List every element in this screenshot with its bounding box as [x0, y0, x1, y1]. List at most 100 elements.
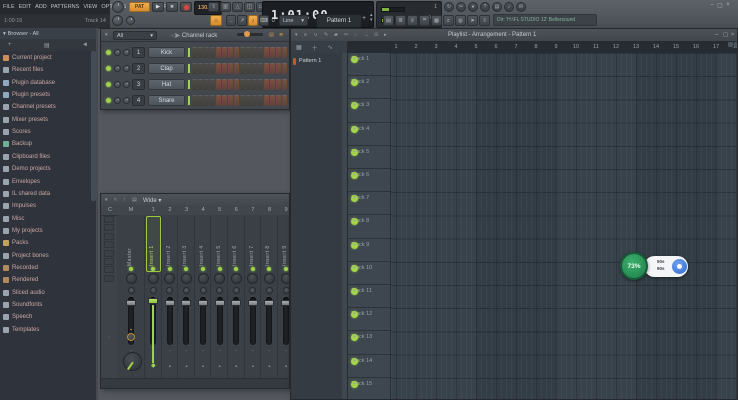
step-cell[interactable] [252, 63, 257, 74]
step-cell[interactable] [252, 47, 257, 58]
strip-enable-led[interactable] [184, 267, 188, 271]
strip-record-icon[interactable]: ◦ [285, 348, 287, 353]
playlist-track-header[interactable]: Track 15+ [348, 378, 391, 400]
mic-icon[interactable]: ♦ [468, 2, 478, 12]
strip-pan-knob[interactable] [198, 273, 209, 284]
playback-icon[interactable]: ▸ [384, 32, 387, 38]
typing-keyboard-icon[interactable]: ⇧ [208, 2, 219, 12]
slip-icon[interactable]: ↔ [364, 32, 369, 38]
step-cell[interactable] [234, 79, 239, 90]
step-cell[interactable] [246, 95, 251, 106]
strip-record-icon[interactable]: ◦ [202, 348, 204, 353]
target-icon[interactable]: ↗ [237, 15, 247, 26]
menu-caret-icon[interactable]: ▾ [105, 32, 108, 38]
piano-icon[interactable]: ♪ [504, 2, 514, 12]
step-cell[interactable] [222, 79, 227, 90]
arrow-right-icon[interactable]: → [226, 15, 236, 26]
playlist-track-header[interactable]: Track 14+ [348, 355, 391, 378]
browser-item-mixer-presets[interactable]: Mixer presets [3, 114, 93, 126]
step-cell[interactable] [252, 79, 257, 90]
strip-record-icon[interactable]: ◦ [269, 348, 271, 353]
up-icon[interactable]: ↑ [123, 197, 126, 203]
strip-pan-knob[interactable] [164, 273, 175, 284]
strip-pan-knob[interactable] [281, 273, 290, 284]
strip-record-icon[interactable]: ◦ [186, 348, 188, 353]
step-cell[interactable] [264, 79, 269, 90]
strip-stereo-knob[interactable] [150, 287, 157, 294]
browser-scrollbar[interactable] [91, 51, 96, 201]
step-cell[interactable] [282, 95, 287, 106]
metronome-icon[interactable]: △ [232, 2, 243, 12]
routing-cell[interactable] [104, 241, 114, 248]
channel-volume-knob[interactable] [123, 97, 130, 104]
step-cell[interactable] [204, 63, 209, 74]
overlay-pill[interactable]: 50s 90s [644, 256, 688, 277]
channel-rack-icon[interactable]: ♯ [407, 15, 418, 26]
browser-item-templates[interactable]: Templates [3, 324, 93, 336]
strip-enable-led[interactable] [201, 267, 205, 271]
strip-fader-handle[interactable] [281, 300, 290, 306]
step-cell[interactable] [276, 79, 281, 90]
mixer-strip-insert-3[interactable]: Insert 3▴◦ [178, 215, 195, 381]
browser-icon[interactable]: ▦ [431, 15, 442, 26]
browser-item-clipboard-files[interactable]: Clipboard files [3, 151, 93, 163]
add-icon[interactable]: + [8, 42, 12, 48]
step-cell[interactable] [222, 47, 227, 58]
step-cell[interactable] [204, 95, 209, 106]
playlist-track-header[interactable]: Track 5+ [348, 146, 391, 169]
piano-roll-icon[interactable]: ≣ [395, 15, 406, 26]
strip-record-icon[interactable]: ◦ [252, 348, 254, 353]
strip-fader-handle[interactable] [126, 300, 136, 306]
strip-arm-icon[interactable]: ▴ [185, 363, 187, 369]
step-cell[interactable] [216, 95, 221, 106]
browser-header[interactable]: ▾ Browser - All [0, 28, 96, 39]
step-cell[interactable] [276, 47, 281, 58]
playlist-track-header[interactable]: Track 13+ [348, 331, 391, 354]
zoom-icon[interactable]: ⊙ [374, 32, 378, 38]
channel-name-button[interactable]: Hat [148, 79, 185, 90]
step-cell[interactable] [216, 79, 221, 90]
step-cell[interactable] [198, 79, 203, 90]
track-arm-led[interactable]: + [351, 288, 358, 295]
routing-cell[interactable] [104, 224, 114, 231]
step-cell[interactable] [210, 63, 215, 74]
browser-item-backup[interactable]: Backup [3, 138, 93, 150]
channel-volume-knob[interactable] [123, 81, 130, 88]
browser-item-rendered[interactable]: Rendered [3, 274, 93, 286]
mixer-strip-insert-4[interactable]: Insert 4▴◦ [195, 215, 212, 381]
step-cell[interactable] [210, 79, 215, 90]
browser-item-channel-presets[interactable]: Channel presets [3, 101, 93, 113]
file-icon[interactable]: ▤ [44, 42, 50, 49]
strip-record-icon[interactable]: ◦ [152, 348, 154, 353]
menu-item-add[interactable]: ADD [35, 4, 47, 10]
maximize-button[interactable]: ▢ [716, 2, 724, 9]
browser-item-envelopes[interactable]: Envelopes [3, 176, 93, 188]
step-cell[interactable] [216, 63, 221, 74]
step-cell[interactable] [240, 79, 245, 90]
wait-input-icon[interactable]: ◫ [244, 2, 255, 12]
routing-cell[interactable] [104, 250, 114, 257]
step-edit-icon[interactable]: ▥ [220, 2, 231, 12]
routing-cell[interactable] [104, 275, 114, 282]
browser-item-impulses[interactable]: Impulses [3, 200, 93, 212]
pattern-add-button[interactable]: + [362, 15, 366, 22]
step-cell[interactable] [240, 63, 245, 74]
channel-pan-knob[interactable] [114, 49, 121, 56]
tempo-tap-icon[interactable]: ◍ [455, 15, 466, 26]
strip-arm-icon[interactable]: ▴ [268, 363, 270, 369]
pattern-selector[interactable]: Pattern 1 [316, 14, 362, 28]
channel-volume-knob[interactable] [123, 49, 130, 56]
browser-item-current-project[interactable]: Current project [3, 52, 93, 64]
step-cell[interactable] [234, 95, 239, 106]
step-cell[interactable] [228, 95, 233, 106]
playlist-track-header[interactable]: Track 11+ [348, 285, 391, 308]
browser-item-soundfonts[interactable]: Soundfonts [3, 299, 93, 311]
track-arm-led[interactable]: + [351, 265, 358, 272]
plugin-picker-icon[interactable]: ♬ [443, 15, 454, 26]
pencil-icon[interactable]: ✎ [324, 32, 328, 38]
browser-item-packs[interactable]: Packs [3, 237, 93, 249]
routing-cell[interactable] [104, 216, 114, 223]
mixer-strip-insert-7[interactable]: Insert 7▴◦ [245, 215, 262, 381]
step-cell[interactable] [270, 95, 275, 106]
menu-item-patterns[interactable]: PATTERNS [51, 4, 80, 10]
